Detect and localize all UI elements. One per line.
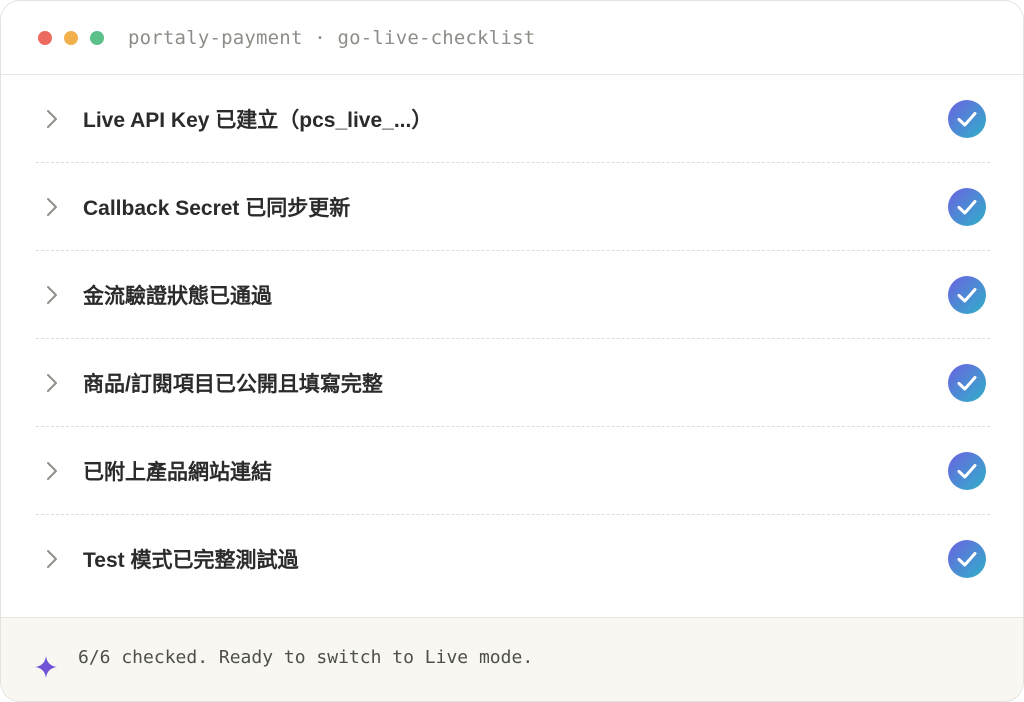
- window-title: portaly-payment · go-live-checklist: [128, 26, 536, 49]
- checklist-item-label: 商品/訂閱項目已公開且填寫完整: [83, 373, 383, 396]
- chevron-right-icon[interactable]: [43, 196, 61, 218]
- checklist-item-label: Callback Secret 已同步更新: [83, 197, 351, 220]
- check-circle-icon[interactable]: [948, 188, 986, 226]
- close-window-button[interactable]: [38, 30, 52, 45]
- checklist-item[interactable]: 已附上產品網站連結: [1, 427, 1023, 515]
- status-message: 6/6 checked. Ready to switch to Live mod…: [78, 647, 534, 668]
- chevron-right-icon[interactable]: [43, 372, 61, 394]
- checklist-item-label: 已附上產品網站連結: [83, 461, 272, 484]
- check-circle-icon[interactable]: [948, 540, 986, 578]
- checklist-item[interactable]: Live API Key 已建立（pcs_live_...）: [1, 75, 1023, 163]
- chevron-right-icon[interactable]: [43, 460, 61, 482]
- checklist-item[interactable]: 商品/訂閱項目已公開且填寫完整: [1, 339, 1023, 427]
- status-footer: 6/6 checked. Ready to switch to Live mod…: [1, 617, 1023, 701]
- checklist-item[interactable]: Callback Secret 已同步更新: [1, 163, 1023, 251]
- chevron-right-icon[interactable]: [43, 284, 61, 306]
- minimize-window-button[interactable]: [64, 30, 78, 45]
- checklist-item[interactable]: 金流驗證狀態已通過: [1, 251, 1023, 339]
- title-bar: portaly-payment · go-live-checklist: [1, 1, 1023, 75]
- check-circle-icon[interactable]: [948, 364, 986, 402]
- check-circle-icon[interactable]: [948, 100, 986, 138]
- sparkle-icon: [35, 656, 57, 678]
- checklist-item-label: Test 模式已完整測試過: [83, 549, 299, 572]
- chevron-right-icon[interactable]: [43, 108, 61, 130]
- chevron-right-icon[interactable]: [43, 548, 61, 570]
- check-circle-icon[interactable]: [948, 452, 986, 490]
- checklist: Live API Key 已建立（pcs_live_...） Callback S…: [1, 75, 1023, 603]
- checklist-item-label: Live API Key 已建立（pcs_live_...）: [83, 109, 433, 132]
- app-window: portaly-payment · go-live-checklist Live…: [0, 0, 1024, 702]
- check-circle-icon[interactable]: [948, 276, 986, 314]
- checklist-item-label: 金流驗證狀態已通過: [83, 285, 272, 308]
- checklist-item[interactable]: Test 模式已完整測試過: [1, 515, 1023, 603]
- maximize-window-button[interactable]: [90, 30, 104, 45]
